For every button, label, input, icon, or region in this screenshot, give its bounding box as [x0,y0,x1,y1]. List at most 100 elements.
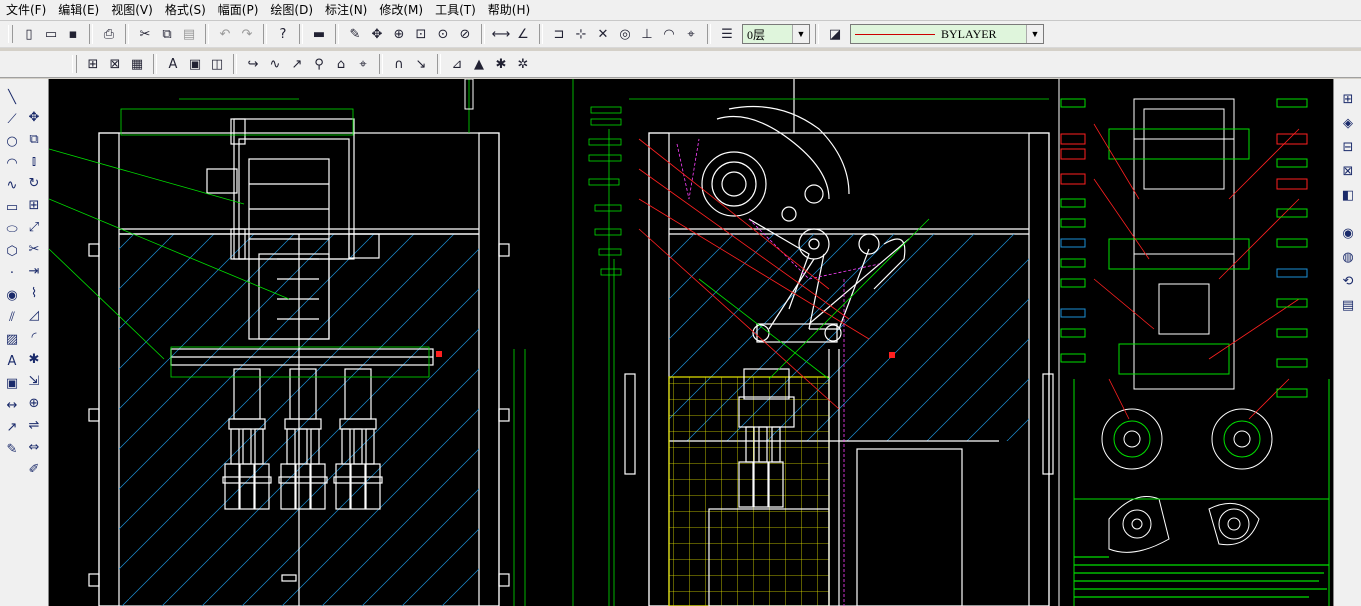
circle-icon[interactable]: ○ [2,131,22,151]
leader-icon[interactable]: ↗ [2,417,22,437]
pencil-icon[interactable]: ✎ [345,24,365,44]
render-icon[interactable]: ◉ [1338,223,1358,243]
dim-style-icon[interactable]: ▣ [185,54,205,74]
snap-endpoint-icon[interactable]: ⊐ [549,24,569,44]
construction-line-icon[interactable]: ⟋ [2,109,22,129]
edit-icon[interactable]: ✎ [2,439,22,459]
copy-icon[interactable]: ⧉ [157,24,177,44]
line-icon[interactable]: ╲ [2,87,22,107]
menu-view[interactable]: 视图(V) [105,0,159,20]
text-icon[interactable]: A [2,351,22,371]
spline-icon[interactable]: ↗ [287,54,307,74]
osnap-icon[interactable]: ∩ [389,54,409,74]
layer-manager-icon[interactable]: ☰ [717,24,737,44]
selection-grip[interactable] [436,351,442,357]
stretch-icon[interactable]: ⇲ [24,371,44,391]
chevron-down-icon[interactable]: ▼ [1026,25,1043,43]
match-properties-icon[interactable]: ✐ [24,459,44,479]
menu-dimension[interactable]: 标注(N) [319,0,373,20]
linetype-combo[interactable]: BYLAYER ▼ [850,24,1044,44]
point-icon[interactable]: · [2,263,22,283]
view-front-icon[interactable]: ⊟ [1338,137,1358,157]
zoom-previous-icon[interactable]: ⊘ [455,24,475,44]
array-icon[interactable]: ⊞ [24,195,44,215]
block-insert-icon[interactable]: ◫ [207,54,227,74]
zoom-scale-icon[interactable]: ⊠ [105,54,125,74]
view-iso-icon[interactable]: ◈ [1338,113,1358,133]
extend-icon[interactable]: ⇥ [24,261,44,281]
save-icon[interactable]: ▪ [63,24,83,44]
spline-icon[interactable]: ∿ [2,175,22,195]
view-side-icon[interactable]: ⊠ [1338,161,1358,181]
snap-midpoint-icon[interactable]: ⊹ [571,24,591,44]
fillet-icon[interactable]: ◜ [24,327,44,347]
menu-page[interactable]: 幅面(P) [212,0,265,20]
grid-icon[interactable]: ⌂ [331,54,351,74]
view-top-icon[interactable]: ◧ [1338,185,1358,205]
block-icon[interactable]: ▣ [2,373,22,393]
linetype-icon[interactable]: ◪ [825,24,845,44]
polygon-icon[interactable]: ⬡ [2,241,22,261]
pan-icon[interactable]: ✥ [367,24,387,44]
arc-icon[interactable]: ◠ [2,153,22,173]
shade-icon[interactable]: ◍ [1338,247,1358,267]
mirror-icon[interactable]: ⫾ [24,151,44,171]
scale-icon[interactable]: ⤢ [24,217,44,237]
magnet-snap-icon[interactable]: ⌖ [353,54,373,74]
ellipse-icon[interactable]: ⬭ [2,219,22,239]
menu-file[interactable]: 文件(F) [0,0,52,20]
toolbar-grip[interactable] [8,25,13,43]
rotate-curve-icon[interactable]: ↪ [243,54,263,74]
region-icon[interactable]: ▲ [469,54,489,74]
menu-draw[interactable]: 绘图(D) [264,0,319,20]
ucs-icon[interactable]: ⊿ [447,54,467,74]
snap-nearest-icon[interactable]: ⌖ [681,24,701,44]
move-icon[interactable]: ✥ [24,107,44,127]
print-icon[interactable]: ⎙ [99,24,119,44]
lengthen-icon[interactable]: ⇔ [24,437,44,457]
text-style-icon[interactable]: A [163,54,183,74]
view-3d-icon[interactable]: ⊞ [1338,89,1358,109]
rotate-icon[interactable]: ↻ [24,173,44,193]
new-file-icon[interactable]: ▯ [19,24,39,44]
selection-grip[interactable] [889,352,895,358]
zoom-realtime-icon[interactable]: ⊕ [389,24,409,44]
toolbar-grip[interactable] [72,55,77,73]
menu-format[interactable]: 格式(S) [159,0,212,20]
break-icon[interactable]: ⌇ [24,283,44,303]
zoom-all-icon[interactable]: ⊙ [433,24,453,44]
zoom-extents-icon[interactable]: ⊞ [83,54,103,74]
donut-icon[interactable]: ◉ [2,285,22,305]
chamfer-icon[interactable]: ◿ [24,305,44,325]
zoom-window-icon[interactable]: ⊡ [411,24,431,44]
trim-icon[interactable]: ✂ [24,239,44,259]
angle-icon[interactable]: ∠ [513,24,533,44]
ortho-icon[interactable]: ⚲ [309,54,329,74]
rectangle-icon[interactable]: ▭ [2,197,22,217]
offset-icon[interactable]: ⫽ [2,307,22,327]
ruler-icon[interactable]: ▬ [309,24,329,44]
dimension-icon[interactable]: ↔ [2,395,22,415]
chevron-down-icon[interactable]: ▼ [792,25,809,43]
explode-icon[interactable]: ✲ [513,54,533,74]
paste-icon[interactable]: ▤ [179,24,199,44]
distance-icon[interactable]: ⟷ [491,24,511,44]
snap-tangent-icon[interactable]: ◠ [659,24,679,44]
orbit-icon[interactable]: ✱ [491,54,511,74]
cut-icon[interactable]: ✂ [135,24,155,44]
polar-icon[interactable]: ∿ [265,54,285,74]
layout-icon[interactable]: ▤ [1338,295,1358,315]
layer-combo[interactable]: 0层 ▼ [742,24,810,44]
hatch-icon[interactable]: ▨ [2,329,22,349]
open-file-icon[interactable]: ▭ [41,24,61,44]
menu-edit[interactable]: 编辑(E) [52,0,105,20]
properties-icon[interactable]: ▦ [127,54,147,74]
orbit-icon[interactable]: ⟲ [1338,271,1358,291]
menu-tools[interactable]: 工具(T) [429,0,482,20]
snap-center-icon[interactable]: ◎ [615,24,635,44]
undo-icon[interactable]: ↶ [215,24,235,44]
snap-perpendicular-icon[interactable]: ⊥ [637,24,657,44]
help-icon[interactable]: ? [273,24,293,44]
measure-icon[interactable]: ↘ [411,54,431,74]
snap-intersection-icon[interactable]: ✕ [593,24,613,44]
